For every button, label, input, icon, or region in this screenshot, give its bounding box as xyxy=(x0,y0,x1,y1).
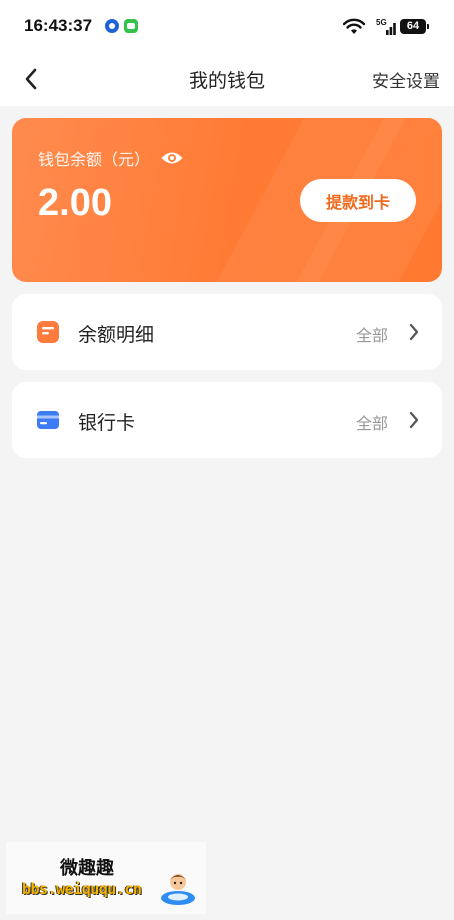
status-bar: 16:43:37 5G 64 xyxy=(0,0,454,52)
statement-icon xyxy=(37,321,59,343)
list-item-value: 全部 xyxy=(355,414,388,433)
list-item-label: 余额明细 xyxy=(78,324,155,346)
security-settings-link[interactable]: 安全设置 xyxy=(372,67,440,92)
list-item-balance-details[interactable]: 余额明细 全部 xyxy=(12,294,442,370)
watermark: 微趣趣 bbs.weiququ.cn xyxy=(6,842,206,914)
watermark-title: 微趣趣 xyxy=(60,858,114,879)
cellular-signal-icon: 5G xyxy=(376,18,396,35)
list-item-label: 银行卡 xyxy=(78,412,136,434)
eye-icon[interactable] xyxy=(160,150,184,166)
chevron-right-icon xyxy=(409,323,419,341)
wifi-icon xyxy=(342,18,366,34)
nav-bar: 我的钱包 安全设置 xyxy=(0,52,454,106)
balance-card: 钱包余额（元） 2.00 提款到卡 xyxy=(12,118,442,282)
battery-icon: 64 xyxy=(400,19,429,34)
network-type-label: 5G xyxy=(376,18,387,27)
status-time: 16:43:37 xyxy=(24,16,93,35)
balance-label-row: 钱包余额（元） xyxy=(38,146,184,170)
message-notification-icon xyxy=(124,19,138,33)
list-item-value: 全部 xyxy=(355,326,388,345)
watermark-url: bbs.weiququ.cn xyxy=(22,880,142,898)
bank-card-icon xyxy=(37,411,59,429)
mascot-icon xyxy=(161,874,195,905)
chevron-right-icon xyxy=(409,411,419,429)
balance-label: 钱包余额（元） xyxy=(38,150,151,169)
balance-amount: 2.00 xyxy=(38,182,112,224)
list-item-bank-card[interactable]: 银行卡 全部 xyxy=(12,382,442,458)
withdraw-to-card-button[interactable]: 提款到卡 xyxy=(300,179,416,222)
app-notification-icon xyxy=(105,19,119,33)
